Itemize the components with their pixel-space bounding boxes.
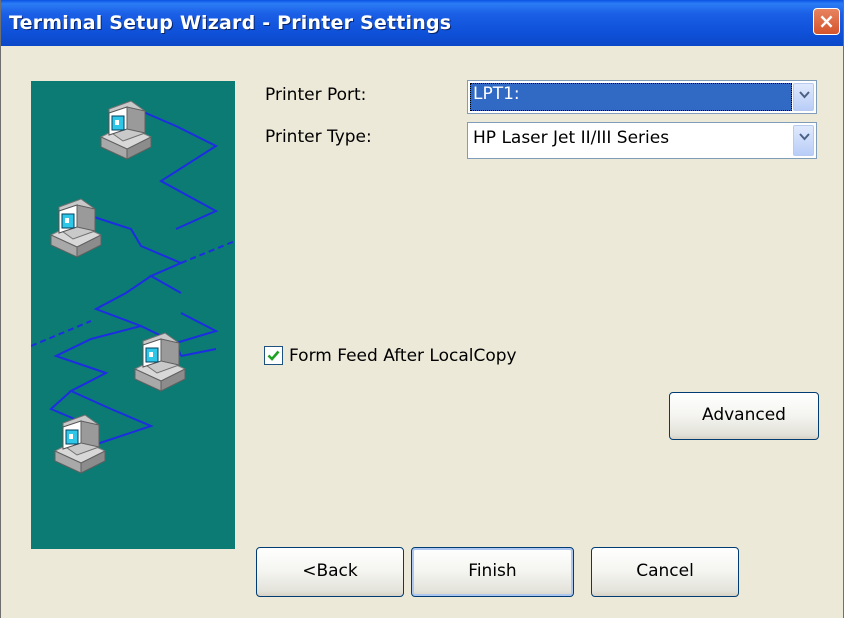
chevron-down-icon — [799, 91, 810, 99]
printer-type-value[interactable]: HP Laser Jet II/III Series — [470, 127, 792, 156]
cancel-button-label: Cancel — [636, 561, 694, 581]
computer-icon — [134, 332, 186, 392]
back-button-label: <Back — [302, 561, 358, 581]
printer-port-label: Printer Port: — [265, 85, 367, 105]
close-button[interactable]: × — [813, 8, 840, 35]
checkmark-icon — [267, 350, 280, 361]
printer-port-value[interactable]: LPT1: — [470, 83, 792, 111]
window-title: Terminal Setup Wizard - Printer Settings — [9, 12, 452, 34]
form-feed-label[interactable]: Form Feed After LocalCopy — [289, 346, 517, 366]
cancel-button[interactable]: Cancel — [591, 547, 739, 597]
chevron-down-icon — [799, 133, 810, 141]
advanced-button-label: Advanced — [702, 405, 786, 425]
printer-port-combobox[interactable]: LPT1: — [467, 80, 817, 114]
computer-icon — [54, 414, 106, 474]
computer-icon — [100, 100, 152, 160]
advanced-button[interactable]: Advanced — [669, 392, 819, 440]
network-lines — [49, 110, 219, 447]
printer-type-label: Printer Type: — [265, 127, 372, 147]
form-feed-checkbox[interactable] — [264, 346, 283, 365]
title-bar[interactable]: Terminal Setup Wizard - Printer Settings… — [1, 0, 843, 46]
finish-button[interactable]: Finish — [411, 547, 574, 597]
finish-button-label: Finish — [468, 561, 517, 581]
printer-settings-dialog: Terminal Setup Wizard - Printer Settings… — [0, 0, 844, 618]
network-dashed-lines — [31, 240, 235, 347]
printer-port-dropdown-button[interactable] — [793, 83, 814, 111]
printer-type-dropdown-button[interactable] — [793, 125, 814, 156]
printer-type-combobox[interactable]: HP Laser Jet II/III Series — [467, 122, 817, 159]
close-icon: × — [818, 9, 835, 33]
computer-icon — [50, 198, 102, 258]
back-button[interactable]: <Back — [256, 547, 404, 597]
network-illustration — [31, 81, 235, 549]
